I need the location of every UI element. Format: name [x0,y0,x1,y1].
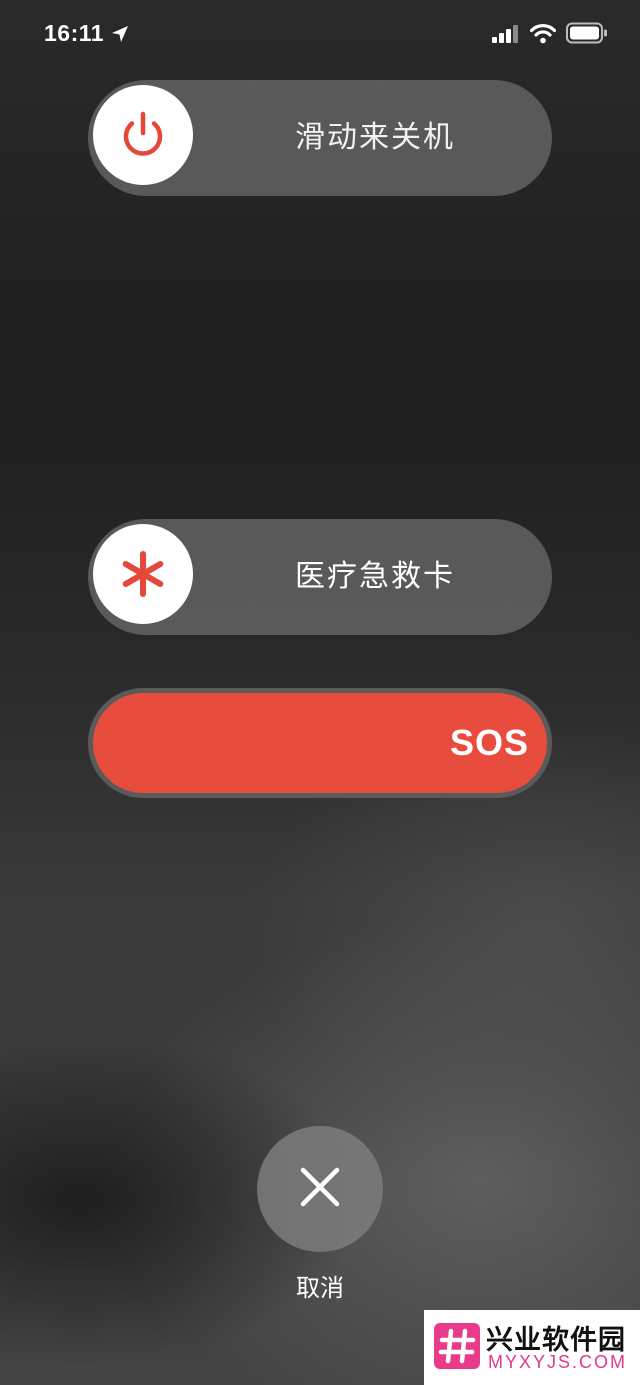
watermark: 兴业软件园 MYXYJS.COM [424,1310,640,1385]
power-off-knob[interactable] [93,85,193,185]
power-icon [117,109,169,161]
location-arrow-icon [110,24,130,44]
sos-label: SOS [449,722,529,763]
cellular-signal-icon [492,25,520,43]
hashtag-logo-icon [434,1323,480,1369]
medical-asterisk-icon [118,549,168,599]
status-bar: 16:11 [0,0,640,70]
cancel-button[interactable] [257,1126,383,1252]
wifi-icon [529,22,557,44]
power-off-slider[interactable]: 滑动来关机 [88,80,552,196]
status-time: 16:11 [44,20,105,46]
battery-icon [566,22,608,44]
medical-id-knob[interactable] [93,524,193,624]
medical-id-slider[interactable]: 医疗急救卡 [88,519,552,635]
medical-id-label: 医疗急救卡 [295,559,455,594]
close-icon [298,1165,342,1213]
cancel-label: 取消 [296,1274,344,1302]
emergency-sos-slider[interactable]: SOS [88,688,552,798]
power-off-label: 滑动来关机 [295,120,455,155]
watermark-url: MYXYJS.COM [488,1352,628,1372]
